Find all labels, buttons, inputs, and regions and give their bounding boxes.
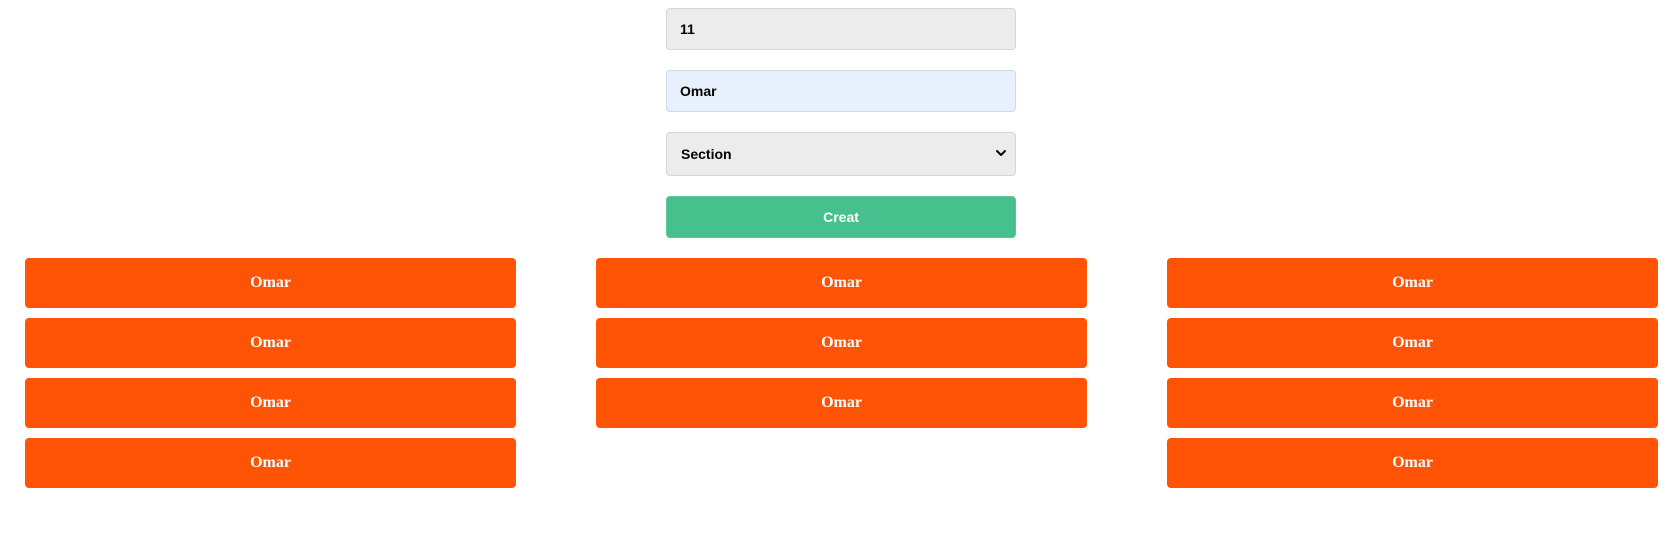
section-select[interactable]: Section bbox=[666, 132, 1016, 176]
name-card[interactable]: Omar bbox=[25, 258, 516, 308]
id-input[interactable] bbox=[666, 8, 1016, 50]
name-card[interactable]: Omar bbox=[596, 318, 1087, 368]
card-column-3: Omar Omar Omar Omar bbox=[1167, 258, 1658, 498]
name-card[interactable]: Omar bbox=[1167, 438, 1658, 488]
name-card[interactable]: Omar bbox=[1167, 318, 1658, 368]
student-form: Section Creat bbox=[666, 8, 1016, 238]
name-card[interactable]: Omar bbox=[1167, 378, 1658, 428]
name-card[interactable]: Omar bbox=[1167, 258, 1658, 308]
name-input[interactable] bbox=[666, 70, 1016, 112]
name-card[interactable]: Omar bbox=[25, 378, 516, 428]
name-card[interactable]: Omar bbox=[596, 258, 1087, 308]
name-card[interactable]: Omar bbox=[25, 318, 516, 368]
name-card[interactable]: Omar bbox=[596, 378, 1087, 428]
name-card[interactable]: Omar bbox=[25, 438, 516, 488]
card-column-2: Omar Omar Omar bbox=[596, 258, 1087, 438]
create-button[interactable]: Creat bbox=[666, 196, 1016, 238]
section-select-wrapper: Section bbox=[666, 132, 1016, 176]
card-column-1: Omar Omar Omar Omar bbox=[25, 258, 516, 498]
